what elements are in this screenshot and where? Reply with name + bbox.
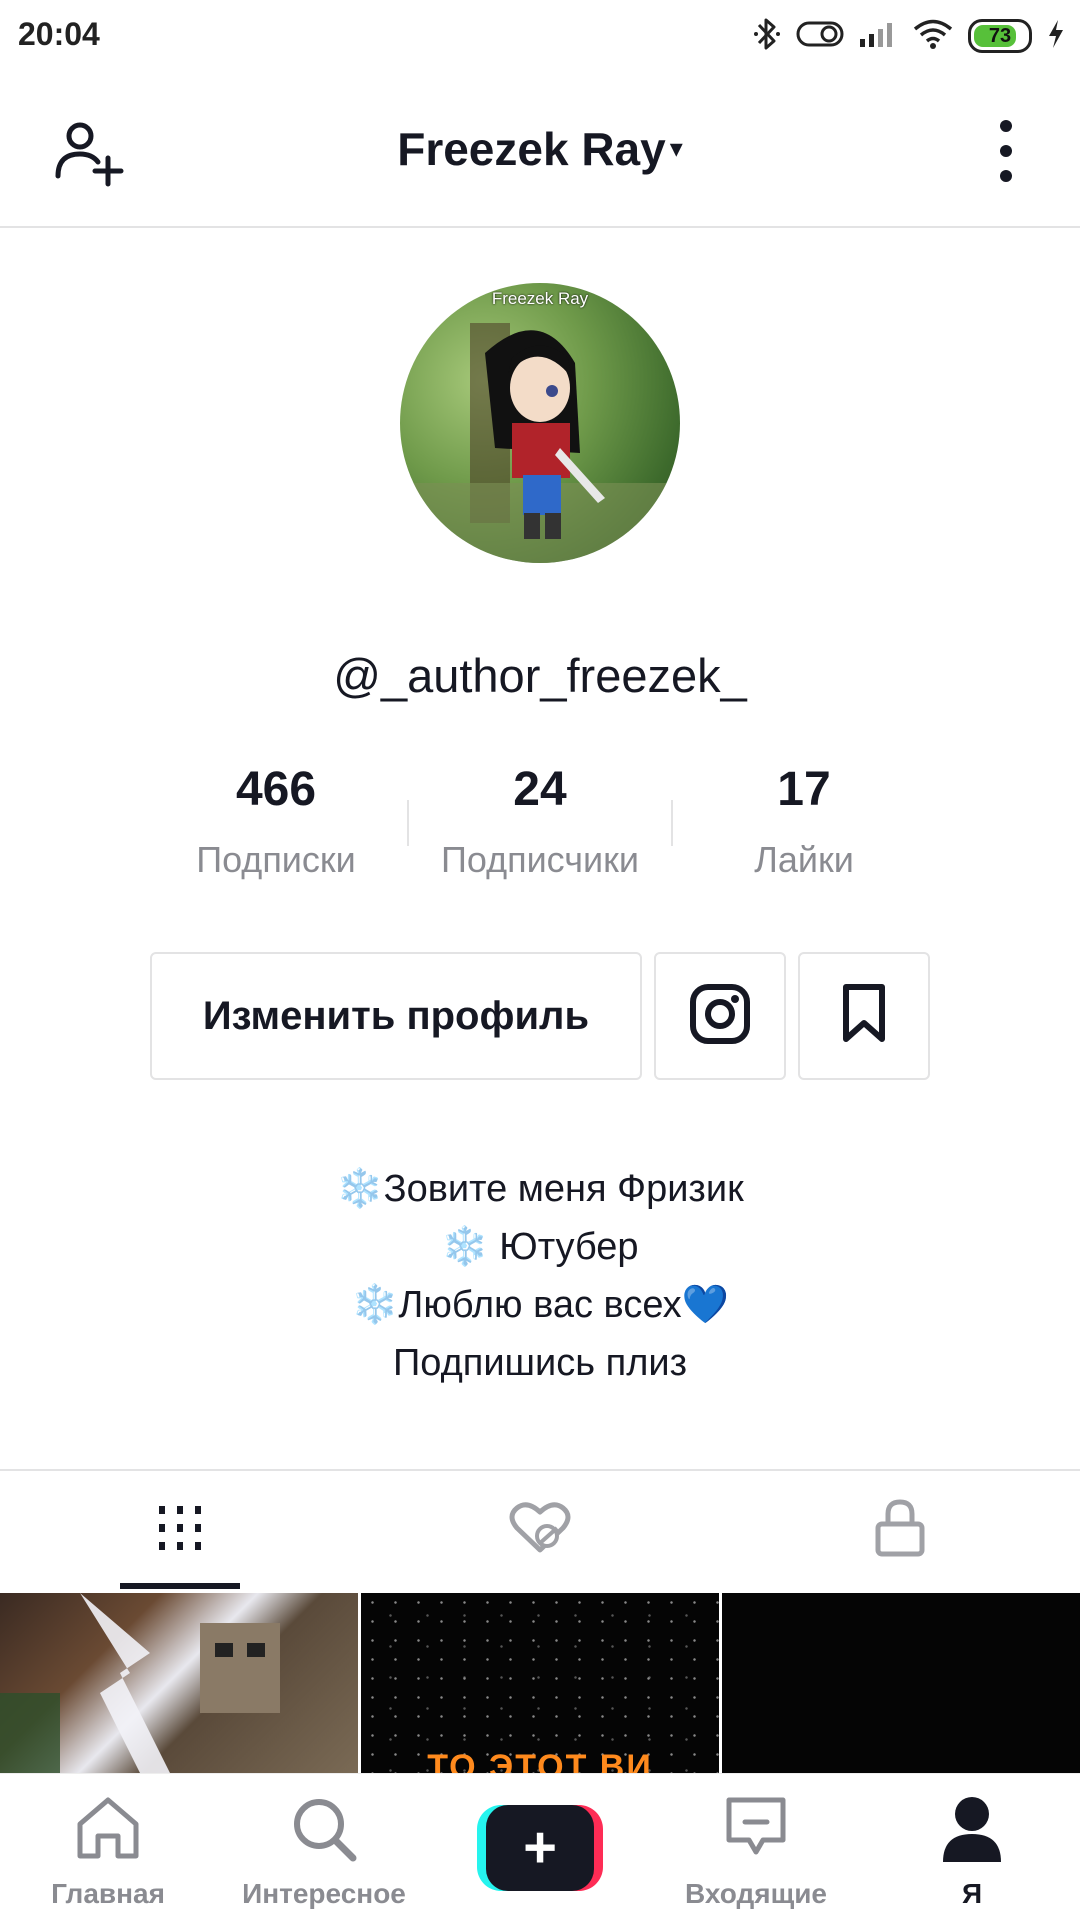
nav-discover[interactable]: Интересное	[216, 1774, 432, 1921]
status-time: 20:04	[18, 16, 100, 52]
bio-text: Зовите меня Фризик	[383, 1168, 744, 1210]
heart-icon: 💙	[681, 1284, 729, 1326]
bio-text: Люблю вас всех	[398, 1284, 682, 1326]
bluetooth-icon	[752, 15, 782, 58]
video-thumbnail[interactable]: ТО ЭТОТ ВИ	[361, 1593, 719, 1773]
instagram-button[interactable]	[654, 952, 786, 1080]
account-switcher[interactable]: Freezek Ray ▾	[0, 122, 1080, 176]
battery-icon: 73	[968, 19, 1032, 53]
bio: ❄️Зовите меня Фризик ❄️ Ютубер ❄️Люблю в…	[0, 1160, 1080, 1392]
nav-label: Главная	[51, 1878, 165, 1909]
stat-likes[interactable]: 17 Лайки	[672, 762, 936, 881]
create-button[interactable]: +	[477, 1805, 603, 1891]
avatar-caption: Freezek Ray	[491, 289, 589, 308]
instagram-icon	[689, 983, 751, 1050]
nav-label: Я	[961, 1878, 983, 1909]
avatar-image	[400, 323, 680, 563]
tab-private[interactable]	[720, 1471, 1080, 1589]
nav-home[interactable]: Главная	[0, 1774, 216, 1921]
inbox-icon	[648, 1794, 864, 1864]
username: @_author_freezek_	[333, 649, 747, 702]
nav-label: Входящие	[685, 1878, 827, 1909]
more-vertical-icon[interactable]	[994, 118, 1018, 189]
grid-icon	[156, 1504, 204, 1557]
profile-tabs	[0, 1469, 1080, 1589]
bio-line: ❄️Люблю вас всех💙	[0, 1276, 1080, 1334]
profile-header: Freezek Ray ▾	[0, 72, 1080, 228]
header-title: Freezek Ray	[397, 123, 666, 175]
bottom-nav: Главная Интересное + Входящие Я	[0, 1773, 1080, 1921]
thumbnail-image	[0, 1593, 280, 1773]
stat-following[interactable]: 466 Подписки	[144, 762, 408, 881]
signal-icon	[858, 19, 898, 54]
status-bar: 20:04 73	[0, 0, 1080, 72]
profile-icon	[864, 1794, 1080, 1864]
toggle-icon	[796, 19, 844, 54]
wifi-icon	[912, 18, 954, 55]
nav-inbox[interactable]: Входящие	[648, 1774, 864, 1921]
nav-profile[interactable]: Я	[864, 1774, 1080, 1921]
video-thumbnail[interactable]	[0, 1593, 358, 1773]
chevron-down-icon: ▾	[669, 133, 683, 163]
hidden-heart-icon	[509, 1500, 571, 1561]
stat-value: 466	[235, 763, 317, 816]
lock-icon	[874, 1498, 926, 1563]
snowflake-icon: ❄️	[336, 1168, 384, 1210]
stat-label: Подписчики	[440, 839, 640, 880]
bio-line: ❄️Зовите меня Фризик	[0, 1160, 1080, 1218]
tab-videos[interactable]	[0, 1471, 360, 1589]
snowflake-icon: ❄️	[351, 1284, 399, 1326]
active-tab-indicator	[120, 1583, 240, 1589]
stat-value: 17	[777, 763, 831, 816]
stat-label: Лайки	[754, 839, 854, 880]
edit-profile-button[interactable]: Изменить профиль	[150, 952, 642, 1080]
nav-label: Интересное	[242, 1878, 406, 1909]
avatar[interactable]: Freezek Ray	[400, 283, 680, 563]
stat-label: Подписки	[196, 839, 356, 880]
search-icon	[216, 1794, 432, 1864]
snowflake-icon: ❄️	[441, 1226, 489, 1268]
bio-line: ❄️ Ютубер	[0, 1218, 1080, 1276]
status-icons: 73	[752, 14, 1066, 58]
stat-followers[interactable]: 24 Подписчики	[408, 762, 672, 881]
tab-liked[interactable]	[360, 1471, 720, 1589]
battery-text: 73	[988, 24, 1012, 47]
charging-icon	[1046, 18, 1066, 55]
bookmark-icon	[840, 983, 888, 1050]
home-icon	[0, 1794, 216, 1864]
bio-text: Подпишись плиз	[392, 1342, 688, 1384]
favorites-button[interactable]	[798, 952, 930, 1080]
bio-text: Ютубер	[488, 1226, 639, 1268]
video-thumbnail[interactable]	[722, 1593, 1080, 1773]
plus-icon: +	[486, 1805, 594, 1891]
bio-line: Подпишись плиз	[0, 1334, 1080, 1392]
stat-value: 24	[513, 763, 567, 816]
thumbnail-text: ТО ЭТОТ ВИ	[427, 1748, 653, 1773]
